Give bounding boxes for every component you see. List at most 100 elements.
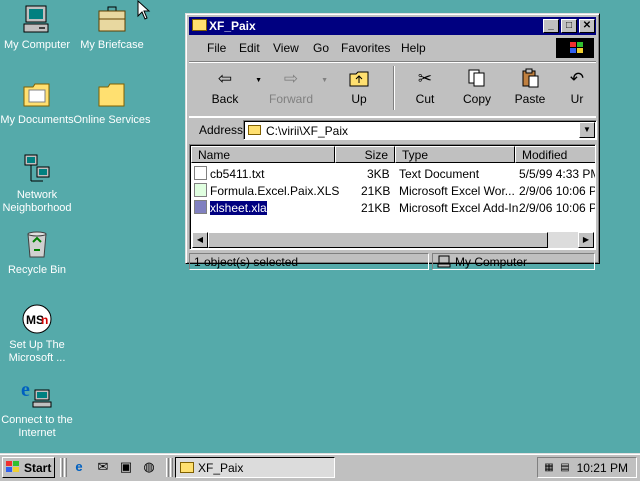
folder-icon bbox=[96, 78, 128, 110]
copy-button[interactable]: Copy bbox=[448, 64, 506, 112]
desktop-icon-setup-msn[interactable]: MS n Set Up The Microsoft ... bbox=[0, 303, 77, 365]
file-name: Formula.Excel.Paix.XLS bbox=[210, 184, 340, 198]
desktop-icon-label: My Computer bbox=[3, 39, 71, 51]
explorer-window[interactable]: XF_Paix _ □ ✕ File Edit View Go Favorite… bbox=[185, 13, 600, 270]
menu-edit[interactable]: Edit bbox=[239, 41, 260, 55]
file-type: Microsoft Excel Add-In bbox=[399, 201, 519, 215]
file-row[interactable]: xlsheet.xla 21KB Microsoft Excel Add-In … bbox=[192, 199, 595, 216]
excel-file-icon bbox=[194, 183, 207, 197]
desktop-icon-my-computer[interactable]: My Computer bbox=[0, 3, 77, 52]
file-modified: 2/9/06 10:06 PM bbox=[519, 201, 595, 215]
title-bar[interactable]: XF_Paix _ □ ✕ bbox=[189, 17, 596, 35]
undo-button[interactable]: ↶ Ur bbox=[557, 64, 597, 112]
back-button[interactable]: ⇦ Back ▼ bbox=[196, 64, 262, 112]
back-arrow-icon: ⇦ bbox=[217, 69, 233, 88]
menu-file[interactable]: File bbox=[207, 41, 226, 55]
maximize-button[interactable]: □ bbox=[561, 19, 577, 33]
menu-help[interactable]: Help bbox=[401, 41, 426, 55]
desktop-icon-network-neighborhood[interactable]: Network Neighborhood bbox=[0, 153, 77, 215]
paste-button[interactable]: Paste bbox=[501, 64, 559, 112]
windows-flag-icon bbox=[6, 461, 19, 472]
start-button[interactable]: Start bbox=[2, 457, 55, 478]
column-header-type[interactable]: Type bbox=[395, 146, 515, 163]
recycle-bin-icon bbox=[21, 228, 53, 260]
windows-logo-icon bbox=[556, 38, 594, 58]
up-folder-icon bbox=[330, 68, 388, 90]
taskbar-separator bbox=[166, 458, 169, 477]
address-dropdown-button[interactable]: ▼ bbox=[579, 122, 595, 138]
computer-icon bbox=[437, 255, 451, 268]
back-dropdown-icon[interactable]: ▼ bbox=[255, 77, 262, 84]
network-icon bbox=[21, 153, 53, 185]
forward-arrow-icon: ⇨ bbox=[283, 69, 299, 88]
task-button-xf-paix[interactable]: XF_Paix bbox=[175, 457, 335, 478]
tray-scheduler-icon[interactable]: ▦ bbox=[542, 461, 556, 474]
cut-button[interactable]: ✂ Cut bbox=[396, 64, 454, 112]
desktop-icon-connect-internet[interactable]: e Connect to the Internet bbox=[0, 378, 77, 440]
minimize-button[interactable]: _ bbox=[543, 19, 559, 33]
desktop-icon-recycle-bin[interactable]: Recycle Bin bbox=[0, 228, 77, 277]
folder-icon bbox=[21, 78, 53, 110]
menu-view[interactable]: View bbox=[273, 41, 299, 55]
copy-icon bbox=[448, 68, 506, 90]
address-bar: Address C:\virii\XF_Paix ▼ bbox=[189, 117, 597, 142]
desktop-icon-my-documents[interactable]: My Documents bbox=[0, 78, 77, 127]
file-row[interactable]: cb5411.txt 3KB Text Document 5/5/99 4:33… bbox=[192, 165, 596, 182]
scroll-thumb[interactable] bbox=[208, 232, 548, 248]
svg-text:e: e bbox=[21, 379, 30, 401]
column-header-name[interactable]: Name bbox=[191, 146, 335, 163]
show-desktop-icon[interactable]: ▣ bbox=[117, 459, 135, 475]
mouse-cursor-icon bbox=[137, 0, 151, 20]
outlook-express-icon[interactable]: ✉ bbox=[94, 459, 112, 475]
taskbar: Start e ✉ ▣ ◍ XF_Paix ▦ ▤ 10:21 PM bbox=[0, 453, 640, 481]
tray-network-icon[interactable]: ▤ bbox=[558, 461, 572, 474]
address-value: C:\virii\XF_Paix bbox=[266, 124, 349, 138]
folder-icon bbox=[180, 462, 194, 473]
briefcase-icon bbox=[96, 3, 128, 35]
computer-icon bbox=[21, 3, 53, 35]
file-name: xlsheet.xla bbox=[209, 200, 268, 216]
status-bar: 1 object(s) selected My Computer bbox=[189, 252, 596, 271]
column-header-modified[interactable]: Modified bbox=[515, 146, 595, 163]
column-header-size[interactable]: Size bbox=[335, 146, 395, 163]
file-list[interactable]: Name Size Type Modified cb5411.txt 3KB T… bbox=[189, 144, 596, 250]
status-selection: 1 object(s) selected bbox=[189, 253, 429, 270]
file-type: Text Document bbox=[399, 167, 480, 181]
status-location: My Computer bbox=[432, 253, 595, 270]
forward-dropdown-icon[interactable]: ▼ bbox=[321, 77, 328, 84]
clock[interactable]: 10:21 PM bbox=[577, 461, 628, 475]
scroll-left-button[interactable]: ◀ bbox=[192, 232, 208, 248]
toolbar-separator bbox=[393, 66, 395, 110]
menu-bar: File Edit View Go Favorites Help bbox=[189, 37, 596, 59]
internet-explorer-icon[interactable]: e bbox=[70, 459, 88, 475]
forward-button[interactable]: ⇨ Forward ▼ bbox=[262, 64, 328, 112]
desktop-icon-online-services[interactable]: Online Services bbox=[72, 78, 152, 127]
window-title: XF_Paix bbox=[209, 19, 256, 33]
desktop-icon-label: Recycle Bin bbox=[7, 264, 67, 276]
desktop-icon-label: My Documents bbox=[0, 114, 74, 126]
taskbar-separator bbox=[170, 458, 173, 477]
system-tray: ▦ ▤ 10:21 PM bbox=[537, 457, 637, 478]
channels-icon[interactable]: ◍ bbox=[140, 459, 158, 475]
address-input[interactable]: C:\virii\XF_Paix ▼ bbox=[243, 120, 597, 140]
desktop-icon-label: Network Neighborhood bbox=[2, 189, 72, 214]
desktop-icon-label: Connect to the Internet bbox=[1, 414, 73, 439]
scissors-icon: ✂ bbox=[417, 69, 433, 88]
file-row[interactable]: Formula.Excel.Paix.XLS 21KB Microsoft Ex… bbox=[192, 182, 595, 199]
desktop-icon-label: Online Services bbox=[73, 114, 151, 126]
up-button[interactable]: Up bbox=[330, 64, 388, 112]
quicklaunch-separator bbox=[60, 458, 63, 477]
menu-favorites[interactable]: Favorites bbox=[341, 41, 390, 55]
desktop-icon-label: My Briefcase bbox=[80, 39, 144, 51]
menu-go[interactable]: Go bbox=[313, 41, 329, 55]
internet-connection-icon: e bbox=[21, 378, 53, 410]
horizontal-scrollbar[interactable]: ◀ ▶ bbox=[192, 232, 594, 248]
close-button[interactable]: ✕ bbox=[579, 19, 595, 33]
file-size: 21KB bbox=[361, 201, 391, 215]
scroll-right-button[interactable]: ▶ bbox=[578, 232, 594, 248]
file-modified: 5/5/99 4:33 PM bbox=[519, 167, 596, 181]
quicklaunch-separator bbox=[64, 458, 67, 477]
file-modified: 2/9/06 10:06 PM bbox=[519, 184, 595, 198]
standard-toolbar: ⇦ Back ▼ ⇨ Forward ▼ Up ✂ Cut Copy Paste… bbox=[189, 61, 596, 117]
svg-text:n: n bbox=[41, 313, 48, 327]
